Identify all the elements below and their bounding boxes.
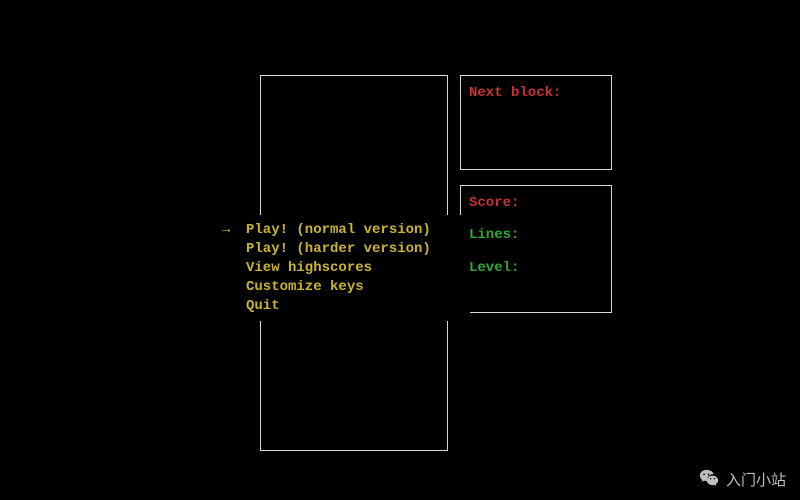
menu-item-label: Play! (harder version) <box>246 240 431 259</box>
chat-icon <box>698 468 720 490</box>
menu-item-label: View highscores <box>246 259 372 278</box>
menu-item-play-harder[interactable]: → Play! (harder version) <box>218 240 464 259</box>
menu-item-highscores[interactable]: → View highscores <box>218 259 464 278</box>
menu-item-play-normal[interactable]: → Play! (normal version) <box>218 221 464 240</box>
next-block-label: Next block: <box>469 85 561 101</box>
watermark: 入门小站 <box>698 468 786 490</box>
level-label: Level: <box>469 257 603 279</box>
stats-panel: Score: Lines: Level: <box>460 185 612 313</box>
selection-arrow-icon: → <box>218 221 246 240</box>
main-menu: → Play! (normal version) → Play! (harder… <box>212 215 470 321</box>
watermark-text: 入门小站 <box>726 469 786 490</box>
lines-label: Lines: <box>469 224 603 246</box>
menu-item-label: Customize keys <box>246 278 364 297</box>
menu-item-label: Play! (normal version) <box>246 221 431 240</box>
score-label: Score: <box>469 192 603 214</box>
next-block-panel: Next block: <box>460 75 612 170</box>
menu-item-customize-keys[interactable]: → Customize keys <box>218 278 464 297</box>
menu-item-quit[interactable]: → Quit <box>218 297 464 316</box>
menu-item-label: Quit <box>246 297 280 316</box>
